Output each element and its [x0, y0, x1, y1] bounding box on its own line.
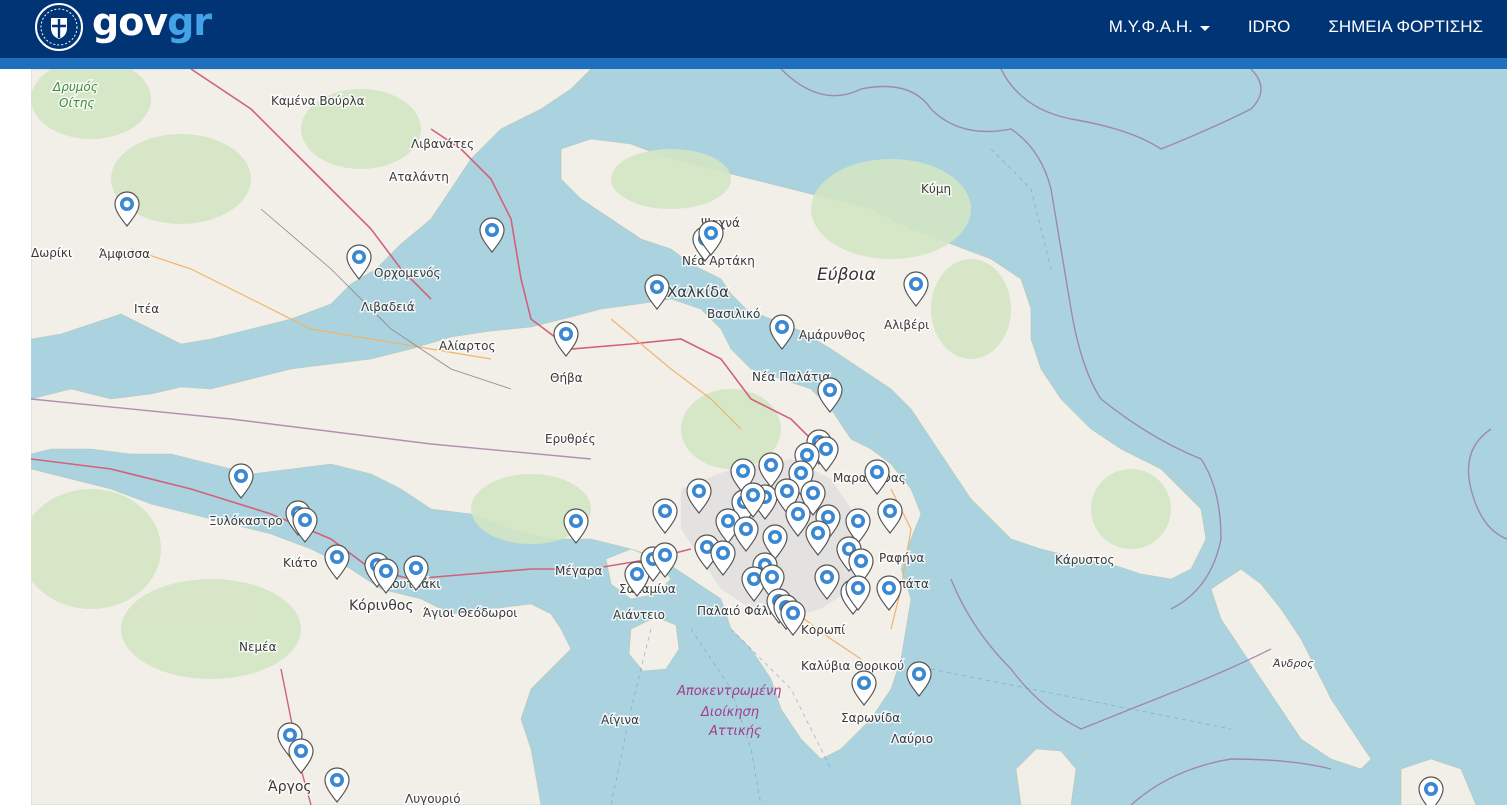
svg-text:Αποκεντρωμένη: Αποκεντρωμένη [676, 684, 781, 699]
svg-text:Αλίαρτος: Αλίαρτος [439, 339, 496, 353]
svg-text:Λιβανάτες: Λιβανάτες [411, 137, 474, 151]
svg-text:Καμένα Βούρλα: Καμένα Βούρλα [271, 94, 365, 108]
svg-text:Αμάρυνθος: Αμάρυνθος [799, 328, 866, 342]
svg-text:Λαύριο: Λαύριο [891, 732, 933, 746]
svg-text:Κάρυστος: Κάρυστος [1055, 553, 1115, 567]
charging-point-marker[interactable] [906, 661, 932, 697]
svg-text:Αλιβέρι: Αλιβέρι [884, 318, 929, 332]
govgr-logo[interactable]: govgr [34, 0, 212, 52]
svg-text:Άργος: Άργος [268, 779, 312, 795]
svg-text:Νέα Παλάτια: Νέα Παλάτια [752, 370, 830, 384]
nav-item-idro[interactable]: IDRO [1248, 17, 1291, 37]
svg-text:Μέγαρα: Μέγαρα [555, 564, 602, 578]
svg-text:Άμφισσα: Άμφισσα [99, 247, 150, 261]
charging-point-marker[interactable] [479, 217, 505, 253]
nav-item-label: ΣΗΜΕΙΑ ΦΟΡΤΙΣΗΣ [1328, 17, 1483, 36]
svg-text:Αίγινα: Αίγινα [601, 713, 639, 727]
svg-text:Ξυλόκαστρο: Ξυλόκαστρο [209, 514, 283, 528]
logo-text: govgr [92, 0, 212, 44]
svg-text:Νέα Αρτάκη: Νέα Αρτάκη [682, 254, 755, 268]
svg-text:Άνδρος: Άνδρος [1272, 657, 1314, 670]
svg-text:Δρυμός: Δρυμός [52, 80, 98, 94]
svg-text:Αιάντειο: Αιάντειο [613, 608, 665, 622]
svg-text:Αταλάντη: Αταλάντη [389, 170, 449, 184]
nav-item-myfai[interactable]: Μ.Υ.Φ.Α.Η. [1109, 17, 1210, 37]
header-accent-strip [0, 58, 1507, 69]
nav-item-label: Μ.Υ.Φ.Α.Η. [1108, 17, 1193, 36]
header-bar: govgr Μ.Υ.Φ.Α.Η. IDRO ΣΗΜΕΙΑ ΦΟΡΤΙΣΗΣ [0, 0, 1507, 58]
greek-emblem-icon [35, 3, 83, 51]
svg-text:Χαλκίδα: Χαλκίδα [667, 283, 729, 301]
svg-text:Κύμη: Κύμη [921, 182, 951, 196]
nav-item-label: IDRO [1247, 17, 1291, 36]
svg-text:Ερυθρές: Ερυθρές [545, 432, 596, 446]
svg-text:Διοίκηση: Διοίκηση [700, 705, 759, 720]
svg-text:Ιτέα: Ιτέα [134, 302, 159, 316]
chevron-down-icon [1199, 25, 1210, 31]
charging-point-marker[interactable] [292, 507, 318, 543]
svg-text:Κορωπί: Κορωπί [801, 623, 845, 637]
svg-text:Ορχομενός: Ορχομενός [374, 266, 441, 280]
map-view[interactable]: Δρυμός Οίτης Καμένα Βούρλα Λιβανάτες Ατα… [31, 69, 1507, 805]
charging-point-marker[interactable] [228, 463, 254, 499]
svg-text:Λιβαδειά: Λιβαδειά [361, 300, 415, 314]
svg-text:Θήβα: Θήβα [550, 371, 583, 385]
svg-text:Νεμέα: Νεμέα [239, 640, 277, 654]
charging-point-marker[interactable] [769, 314, 795, 350]
svg-text:Κόρινθος: Κόρινθος [349, 598, 414, 614]
svg-text:Σαλαμίνα: Σαλαμίνα [619, 582, 676, 596]
main-nav: Μ.Υ.Φ.Α.Η. IDRO ΣΗΜΕΙΑ ΦΟΡΤΙΣΗΣ [1071, 0, 1483, 54]
svg-text:Καλύβια Θορικού: Καλύβια Θορικού [801, 659, 904, 673]
svg-text:Οίτης: Οίτης [59, 96, 94, 110]
nav-item-charging-points[interactable]: ΣΗΜΕΙΑ ΦΟΡΤΙΣΗΣ [1328, 17, 1483, 37]
svg-text:Εύβοια: Εύβοια [817, 265, 876, 285]
land-aegina [628, 616, 680, 672]
svg-text:Ραφήνα: Ραφήνα [879, 551, 924, 565]
svg-text:Λυγουριό: Λυγουριό [405, 792, 461, 805]
map-canvas[interactable]: Δρυμός Οίτης Καμένα Βούρλα Λιβανάτες Ατα… [31, 69, 1507, 805]
svg-text:Δωρίκι: Δωρίκι [31, 246, 72, 260]
land-kea [1015, 748, 1077, 805]
svg-text:Άγιοι Θεόδωροι: Άγιοι Θεόδωροι [423, 606, 517, 620]
svg-text:Κιάτο: Κιάτο [283, 556, 317, 570]
svg-text:Βασιλικό: Βασιλικό [707, 307, 760, 321]
svg-text:Αττικής: Αττικής [708, 724, 762, 739]
svg-text:Σαρωνίδα: Σαρωνίδα [841, 711, 900, 725]
